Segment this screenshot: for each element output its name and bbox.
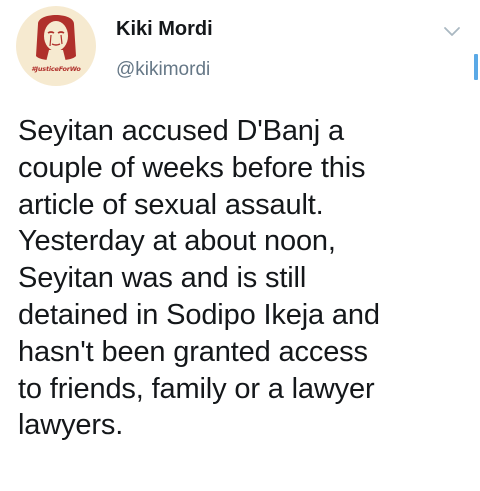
tweet-line: Seyitan accused D'Banj a [18, 115, 344, 147]
tweet-line: detained in Sodipo Ikeja and [18, 298, 380, 331]
scroll-indicator [474, 54, 478, 80]
tweet-line: Yesterday at about noon, [18, 225, 336, 258]
avatar-face-icon [36, 15, 76, 62]
tweet-line: lawyers. [18, 409, 124, 442]
tweet-text: Seyitan accused D'Banj a couple of weeks… [18, 113, 474, 444]
tweet-line: hasn't been granted access [18, 335, 368, 368]
tweet-line: couple of weeks before this [18, 151, 366, 184]
avatar-caption: #JusticeForWo [31, 65, 81, 73]
tweet-line: Seyitan was and is still [18, 262, 307, 295]
user-handle[interactable]: @kikimordi [116, 59, 210, 81]
tweet-line: article of sexual assault. [18, 188, 324, 221]
avatar[interactable]: #JusticeForWo [16, 6, 96, 86]
chevron-down-icon[interactable] [440, 20, 464, 44]
display-name[interactable]: Kiki Mordi [116, 18, 213, 41]
tweet-line: to friends, family or a lawyer [18, 372, 375, 405]
tweet-card: #JusticeForWo Kiki Mordi @kikimordi Seyi… [0, 0, 480, 491]
